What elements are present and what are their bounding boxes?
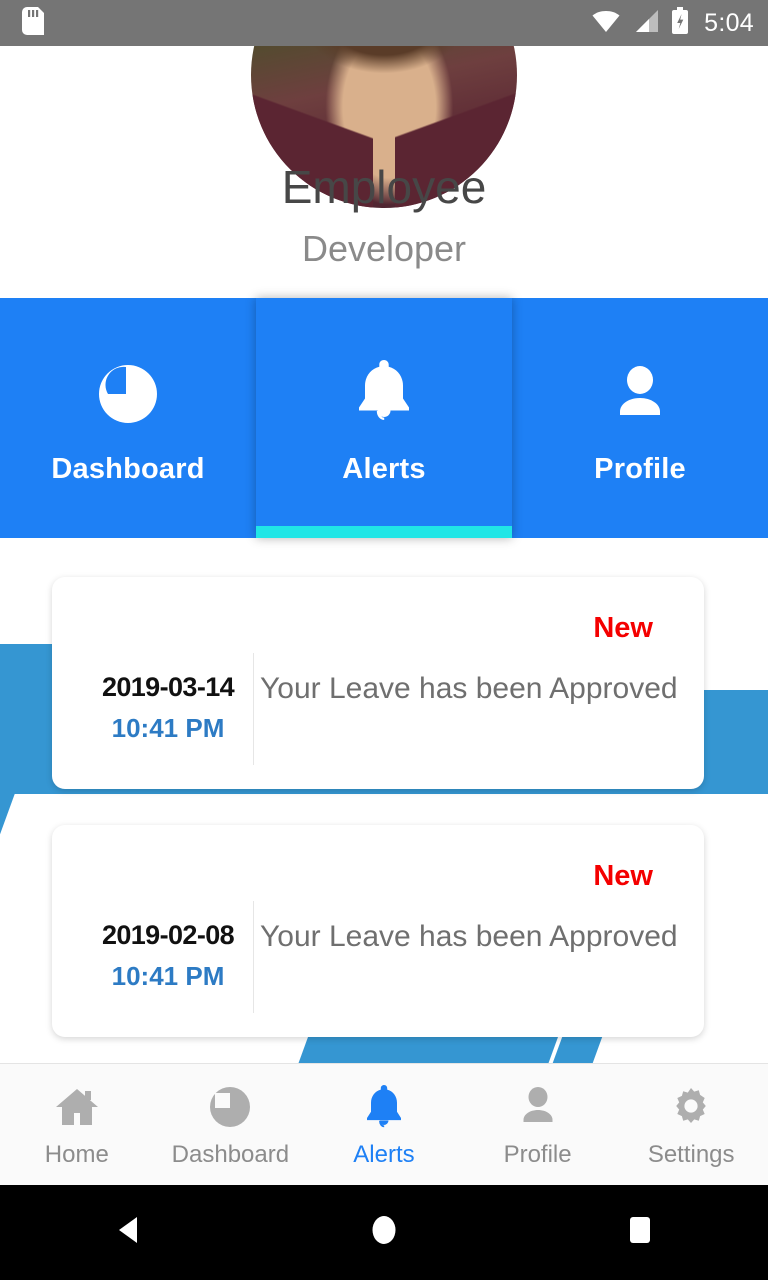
bottom-nav-item-alerts[interactable]: Alerts [307,1064,461,1185]
alert-card[interactable]: New 2019-02-08 10:41 PM Your Leave has b… [52,825,704,1037]
gear-icon [669,1080,713,1134]
employee-role: Developer [301,228,467,269]
status-badge: New [593,612,653,644]
circle-icon [367,1213,401,1252]
tab-alerts[interactable]: Alerts [256,298,512,538]
alert-date: 2019-02-08 [101,920,235,950]
employee-name: Employee [281,161,487,213]
card-divider [253,653,254,765]
pie-chart-icon [97,351,159,425]
bottom-nav-item-profile[interactable]: Profile [461,1064,615,1185]
bottom-nav-label-dashboard: Dashboard [171,1141,290,1168]
alert-date: 2019-03-14 [101,672,235,702]
status-bar: 5:04 [0,0,768,46]
profile-header: Employee Developer [0,0,768,298]
recents-button[interactable] [580,1185,700,1280]
tab-dashboard-label: Dashboard [51,452,205,485]
alert-message: Your Leave has been Approved [260,920,678,953]
status-bar-right: 5:04 [591,6,754,40]
top-tab-bar: Dashboard Alerts Profile [0,298,768,538]
pie-chart-icon [208,1080,252,1134]
bottom-nav-item-settings[interactable]: Settings [614,1064,768,1185]
tab-profile-label: Profile [594,452,686,485]
alert-message: Your Leave has been Approved [260,672,678,705]
person-icon [609,351,671,425]
android-navigation-bar [0,1185,768,1280]
alerts-list: New 2019-03-14 10:41 PM Your Leave has b… [0,538,768,1063]
card-divider [253,901,254,1013]
alert-time: 10:41 PM [111,713,225,743]
status-badge: New [593,860,653,892]
battery-charging-icon [671,6,689,40]
status-bar-clock: 5:04 [704,8,754,37]
tab-alerts-label: Alerts [342,452,426,485]
tab-dashboard[interactable]: Dashboard [0,298,256,538]
bottom-nav-label-home: Home [44,1141,109,1168]
bottom-navigation-bar: Home Dashboard Alerts Profile Settings [0,1063,768,1185]
back-button[interactable] [68,1185,188,1280]
person-icon [516,1080,560,1134]
bell-icon [353,351,415,425]
bottom-nav-label-alerts: Alerts [353,1141,415,1168]
sd-card-icon [22,6,44,40]
tab-profile[interactable]: Profile [512,298,768,538]
status-bar-left [22,6,44,40]
square-icon [623,1213,657,1252]
tab-active-indicator [256,526,512,538]
alert-time: 10:41 PM [111,961,225,991]
triangle-left-icon [111,1213,145,1252]
home-icon [54,1080,100,1134]
bell-icon [363,1080,405,1134]
bottom-nav-label-settings: Settings [647,1141,735,1168]
alert-card[interactable]: New 2019-03-14 10:41 PM Your Leave has b… [52,577,704,789]
home-button[interactable] [324,1185,444,1280]
bottom-nav-label-profile: Profile [503,1141,572,1168]
bottom-nav-item-home[interactable]: Home [0,1064,154,1185]
cellular-signal-icon [632,9,660,38]
bottom-nav-item-dashboard[interactable]: Dashboard [154,1064,308,1185]
wifi-icon [591,9,621,38]
